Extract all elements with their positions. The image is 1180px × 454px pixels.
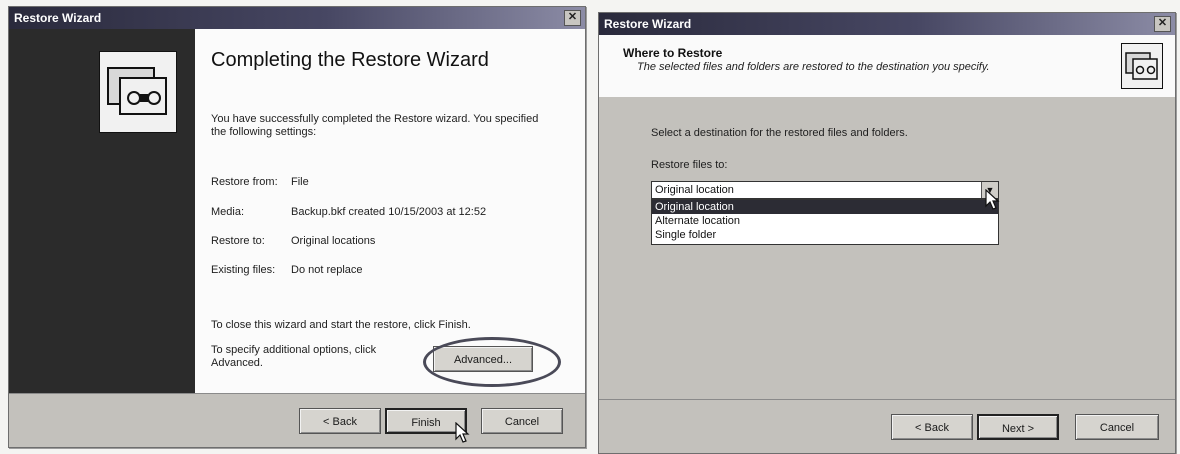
- cancel-button[interactable]: Cancel: [1075, 414, 1159, 440]
- window-title: Restore Wizard: [14, 11, 102, 25]
- advanced-instruction: To specify additional options, click Adv…: [211, 344, 377, 369]
- restore-wizard-where-to-restore-dialog: Restore Wizard ✕ Where to Restore The se…: [598, 12, 1176, 454]
- step-subtitle: The selected files and folders are resto…: [637, 61, 990, 73]
- wizard-body: Select a destination for the restored fi…: [599, 97, 1175, 401]
- restore-location-dropdown-list: Original location Alternate location Sin…: [651, 199, 999, 245]
- page-title: Completing the Restore Wizard: [211, 49, 489, 71]
- setting-value-restore-to: Original locations: [291, 235, 376, 247]
- back-button[interactable]: < Back: [891, 414, 973, 440]
- title-bar[interactable]: Restore Wizard ✕: [9, 7, 585, 29]
- option-alternate-location[interactable]: Alternate location: [652, 214, 998, 228]
- wizard-side-panel: [9, 29, 195, 393]
- step-title: Where to Restore: [623, 46, 723, 60]
- setting-label-media: Media:: [211, 206, 245, 218]
- intro-text: You have successfully completed the Rest…: [211, 113, 539, 138]
- setting-value-existing-files: Do not replace: [291, 264, 363, 276]
- restore-wizard-completing-dialog: Restore Wizard ✕ Completing the Restore …: [8, 6, 586, 448]
- mouse-cursor-icon: [985, 189, 1000, 210]
- select-value: Original location: [655, 184, 734, 196]
- wizard-content-panel: Completing the Restore Wizard You have s…: [195, 29, 585, 393]
- cancel-button[interactable]: Cancel: [481, 408, 563, 434]
- window-title: Restore Wizard: [604, 17, 692, 31]
- finish-instruction: To close this wizard and start the resto…: [211, 319, 471, 331]
- back-button[interactable]: < Back: [299, 408, 381, 434]
- wizard-header-panel: Where to Restore The selected files and …: [599, 35, 1175, 98]
- close-icon[interactable]: ✕: [564, 10, 581, 26]
- wizard-art-icon: [1121, 43, 1163, 89]
- callout-oval: [423, 337, 561, 387]
- mouse-cursor-icon: [455, 422, 470, 443]
- restore-location-select[interactable]: Original location ▼: [651, 181, 999, 199]
- next-button[interactable]: Next >: [977, 414, 1059, 440]
- button-bar: < Back Next > Cancel: [599, 399, 1175, 453]
- destination-instruction: Select a destination for the restored fi…: [651, 127, 908, 139]
- option-single-folder[interactable]: Single folder: [652, 228, 998, 242]
- setting-value-restore-from: File: [291, 176, 309, 188]
- wizard-art-icon: [99, 51, 177, 133]
- setting-label-existing-files: Existing files:: [211, 264, 276, 276]
- setting-value-media: Backup.bkf created 10/15/2003 at 12:52: [291, 206, 487, 218]
- option-original-location[interactable]: Original location: [652, 200, 998, 214]
- button-bar: < Back Finish Cancel: [9, 393, 585, 447]
- setting-label-restore-to: Restore to:: [211, 235, 265, 247]
- restore-files-to-label: Restore files to:: [651, 159, 728, 171]
- close-icon[interactable]: ✕: [1154, 16, 1171, 32]
- setting-label-restore-from: Restore from:: [211, 176, 278, 188]
- title-bar[interactable]: Restore Wizard ✕: [599, 13, 1175, 35]
